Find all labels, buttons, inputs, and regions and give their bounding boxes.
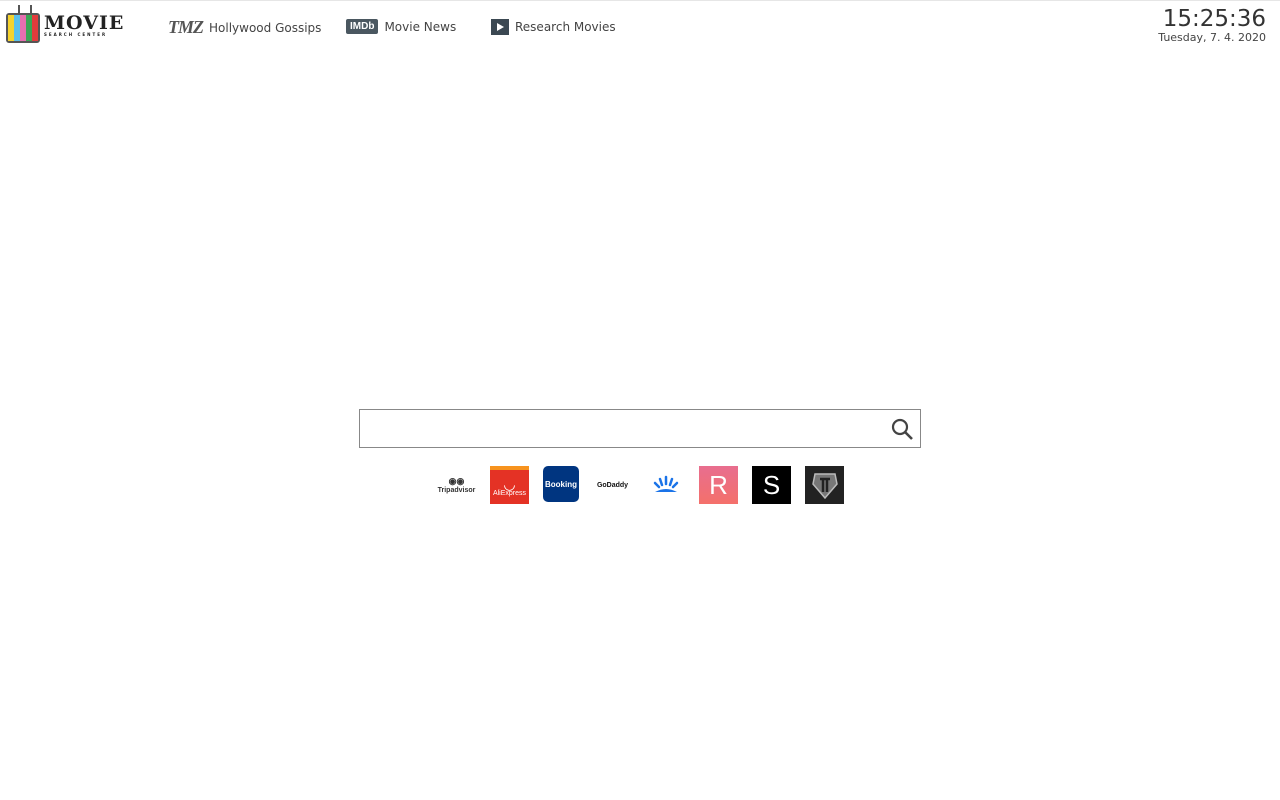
tile-label: S — [762, 469, 781, 500]
tile-label: AliExpress — [492, 489, 527, 497]
nav-label: Hollywood Gossips — [209, 20, 322, 35]
shortcut-tiles: ◉◉ Tripadvisor ◡ AliExpress Booking GoDa… — [437, 466, 844, 504]
clock-date: Tuesday, 7. 4. 2020 — [1158, 31, 1266, 44]
logo[interactable]: MOVIE SEARCH CENTER — [6, 7, 124, 43]
tmz-logo-icon: TMZ — [168, 17, 204, 37]
tile-aliexpress[interactable]: ◡ AliExpress — [490, 466, 529, 504]
tile-godaddy[interactable]: GoDaddy — [593, 466, 632, 504]
owl-icon: ◉◉ — [448, 476, 465, 486]
smile-icon: ◡ — [503, 475, 516, 492]
tile-sunrise[interactable] — [646, 466, 685, 504]
tile-s[interactable]: S — [752, 466, 791, 504]
clock-time: 15:25:36 — [1162, 6, 1266, 32]
nav-movie-news[interactable]: IMDb Movie News — [346, 19, 456, 34]
sunrise-icon — [653, 475, 678, 492]
tile-label: Booking — [545, 479, 577, 489]
tile-label: Tripadvisor — [437, 487, 476, 494]
tile-r[interactable]: R — [699, 466, 738, 504]
tile-booking[interactable]: Booking — [543, 466, 579, 502]
search-input[interactable] — [360, 410, 896, 447]
nav-label: Movie News — [384, 19, 457, 34]
clock: 15:25:36 Tuesday, 7. 4. 2020 — [1158, 7, 1266, 44]
tv-icon — [6, 13, 40, 43]
nav-label: Research Movies — [515, 20, 616, 34]
logo-title: MOVIE — [44, 11, 125, 34]
tile-tripadvisor[interactable]: ◉◉ Tripadvisor — [437, 466, 476, 504]
tile-world-of-tanks[interactable] — [805, 466, 844, 504]
nav-research-movies[interactable]: Research Movies — [491, 19, 616, 35]
nav-hollywood-gossips[interactable]: TMZ Hollywood Gossips — [168, 17, 321, 38]
tile-label: GoDaddy — [596, 481, 629, 489]
search-icon[interactable] — [890, 417, 914, 441]
film-play-icon — [491, 19, 509, 35]
imdb-logo-icon: IMDb — [346, 19, 379, 34]
search-box — [359, 409, 921, 448]
shield-icon — [811, 473, 838, 500]
header: MOVIE SEARCH CENTER TMZ Hollywood Gossip… — [0, 0, 1280, 51]
tile-label: R — [709, 469, 728, 500]
